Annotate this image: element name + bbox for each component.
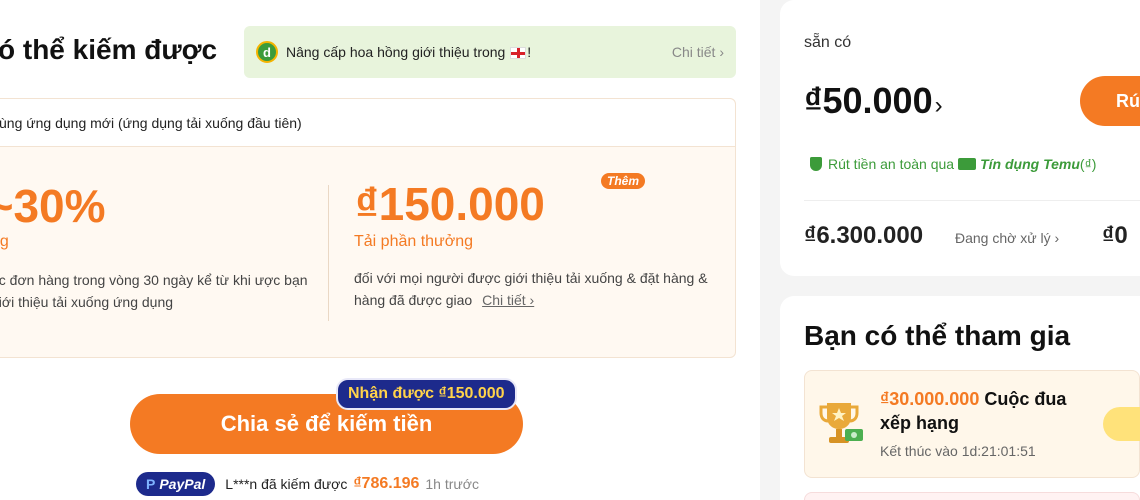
race-name: Cuộc đua: [984, 389, 1067, 409]
column-divider: [328, 185, 329, 321]
paypal-time-ago: 1h trước: [425, 476, 479, 492]
ranking-race-card[interactable]: ₫30.000.000 Cuộc đua xếp hạng Kết thúc v…: [804, 370, 1140, 478]
commission-percent: 0~30%: [0, 180, 106, 232]
race-countdown: Kết thúc vào 1d:21:01:51: [880, 443, 1036, 459]
upgrade-banner-exclaim: !: [527, 44, 532, 60]
paypal-logo-icon: P PayPal: [136, 472, 216, 496]
earn-panel: ó thể kiếm được d Nâng cấp hoa hồng giới…: [0, 0, 760, 500]
temu-logo-icon: d: [256, 41, 278, 63]
upgrade-commission-banner[interactable]: d Nâng cấp hoa hồng giới thiệu trong ! C…: [244, 26, 736, 78]
bonus-label: Tải phần thưởng: [354, 233, 474, 250]
available-balance[interactable]: ₫50.000›: [804, 80, 943, 122]
race-prize-amount: ₫30.000.000: [880, 389, 980, 409]
upgrade-banner-label: Nâng cấp hoa hồng giới thiệu trong: [286, 44, 506, 60]
bonus-amount: ₫150.000: [355, 178, 545, 230]
paypal-earner-text: L***n đã kiếm được: [225, 476, 348, 492]
available-label: sẵn có: [804, 34, 852, 51]
pending-amount: ₫6.300.000: [804, 222, 924, 249]
reward-card: ùng ứng dụng mới (ứng dụng tải xuống đầu…: [0, 98, 736, 358]
paypal-logo-text: PayPal: [159, 476, 206, 492]
balance-panel: sẵn có ₫50.000› Rú Rút tiền an toàn qua …: [780, 0, 1140, 276]
reward-card-header: ùng ứng dụng mới (ứng dụng tải xuống đầu…: [0, 99, 735, 147]
commission-description: ác đơn hàng trong vòng 30 ngày kể từ khi…: [0, 272, 308, 310]
race-prize: ₫30.000.000 Cuộc đua: [880, 389, 1066, 410]
balance-divider: [804, 200, 1140, 201]
available-balance-value: ₫50.000: [804, 80, 933, 121]
join-panel: Bạn có thể tham gia ₫30.000.000 Cuộc đua…: [780, 296, 1140, 500]
paypal-earned-amount: ₫786.196: [353, 475, 420, 492]
secondary-amount: ₫0: [1102, 222, 1128, 249]
commission-label: ng: [0, 233, 9, 250]
race-name-line2: xếp hạng: [880, 413, 960, 433]
next-activity-card[interactable]: [804, 492, 1140, 500]
upgrade-detail-link[interactable]: Chi tiết ›: [672, 44, 724, 60]
paypal-earning-ticker: P PayPal L***n đã kiếm được ₫786.196 1h …: [136, 472, 479, 496]
safe-withdraw-text: Rút tiền an toàn qua: [828, 156, 955, 172]
bonus-detail-link[interactable]: Chi tiết ›: [482, 292, 534, 308]
flag-icon: [510, 47, 527, 60]
extra-badge: Thêm: [601, 173, 646, 189]
join-title: Bạn có thể tham gia: [804, 320, 1071, 351]
receive-amount-badge: Nhận được ₫150.000: [336, 378, 517, 410]
upgrade-banner-text: Nâng cấp hoa hồng giới thiệu trong !: [286, 44, 531, 60]
paypal-p-mark: P: [146, 476, 156, 492]
page-title: ó thể kiếm được: [0, 34, 218, 65]
temu-credit-suffix: (₫): [1079, 156, 1097, 172]
temu-credit-label: Tín dụng Temu: [980, 156, 1080, 172]
shield-check-icon: [810, 157, 822, 171]
pending-link[interactable]: Đang chờ xử lý ›: [955, 230, 1059, 246]
withdraw-button[interactable]: Rú: [1080, 76, 1140, 126]
credit-card-icon: [958, 158, 977, 170]
trophy-icon: [819, 403, 863, 443]
chevron-right-icon: ›: [934, 92, 943, 119]
bonus-description: đối với mọi người được giới thiệu tải xu…: [354, 267, 714, 311]
race-join-button[interactable]: [1103, 407, 1140, 441]
safe-withdraw-notice: Rút tiền an toàn qua Tín dụng Temu (₫): [810, 156, 1096, 172]
